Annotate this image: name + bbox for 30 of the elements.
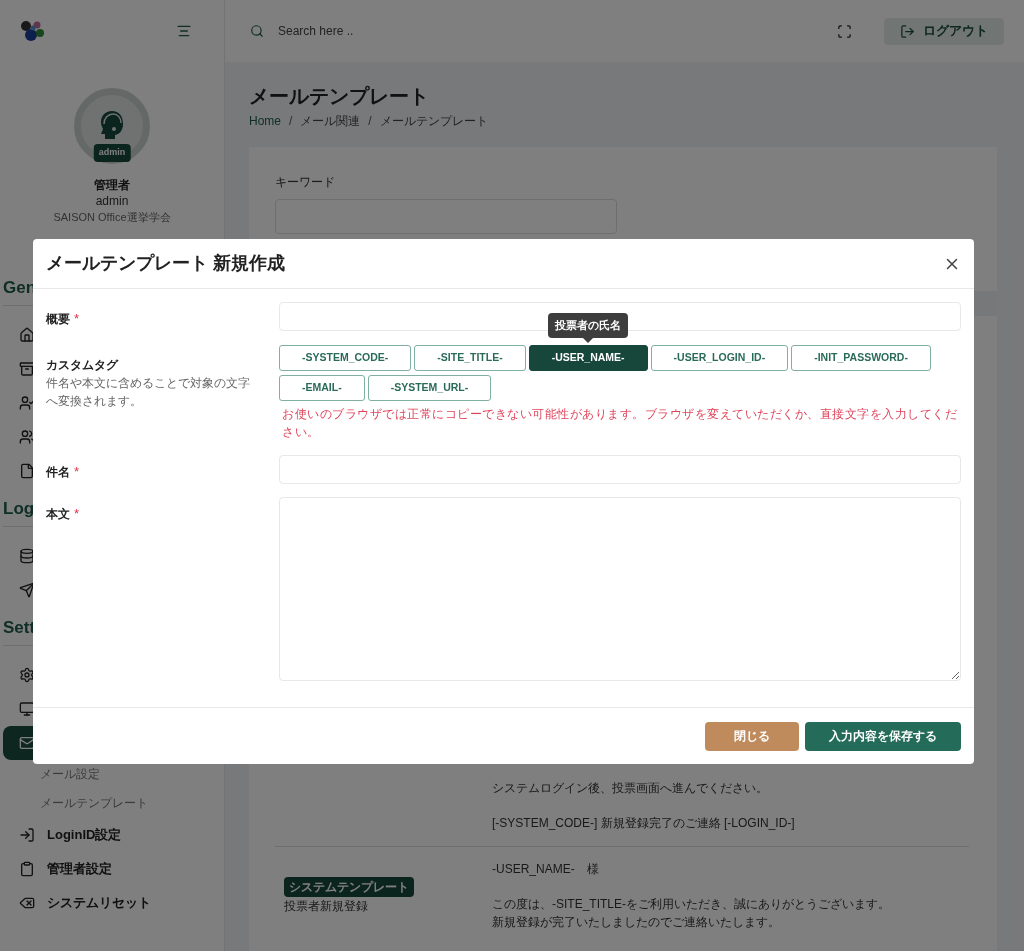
template-body-text: -USER_NAME- 様 — [492, 861, 600, 878]
filter-label: キーワード — [275, 174, 336, 191]
template-body-text: この度は、-SITE_TITLE-をご利用いただき、誠にありがとうございます。 — [492, 896, 890, 913]
field-label: 概要 — [46, 311, 70, 328]
breadcrumb-item: メール関連 — [300, 113, 361, 130]
profile-name: 管理者 — [94, 177, 130, 194]
field-hint: 件名や本文に含めることで対象の文字へ変換されます。 — [46, 375, 251, 410]
sidebar-section-title: Sett — [3, 617, 36, 640]
field-label: 件名 — [46, 463, 70, 481]
role-badge: admin — [93, 144, 131, 162]
field-label: カスタムタグ — [46, 357, 118, 374]
copy-warning: お使いのブラウザでは正常にコピーできない可能性があります。ブラウザを変えていただくか、直接文字を入力してください。 — [281, 405, 958, 441]
modal-title: メールテンプレート 新規作成 — [46, 252, 285, 275]
sidebar-section-title: Log — [3, 498, 35, 521]
required-mark: * — [74, 464, 80, 479]
breadcrumb-separator: / — [289, 113, 293, 130]
tooltip: 投票者の氏名 — [548, 313, 629, 338]
page-title: メールテンプレート — [249, 84, 430, 109]
required-mark: * — [74, 506, 80, 521]
template-body-text: [-SYSTEM_CODE-] 新規登録完了のご連絡 [-LOGIN_ID-] — [492, 815, 795, 832]
required-mark: * — [74, 312, 80, 326]
field-label: 本文 — [46, 505, 70, 523]
breadcrumb-separator: / — [368, 113, 372, 130]
breadcrumb-item: メールテンプレート — [379, 113, 488, 130]
profile-organization: SAISON Office選挙学会 — [53, 210, 171, 225]
template-body-text: 新規登録が完了いたしましたのでご連絡いたします。 — [492, 914, 781, 931]
profile-username: admin — [95, 194, 129, 209]
template-badge: システムテンプレート — [284, 876, 414, 897]
template-body-text: システムログイン後、投票画面へ進んでください。 — [492, 780, 769, 797]
template-name: 投票者新規登録 — [284, 897, 368, 915]
